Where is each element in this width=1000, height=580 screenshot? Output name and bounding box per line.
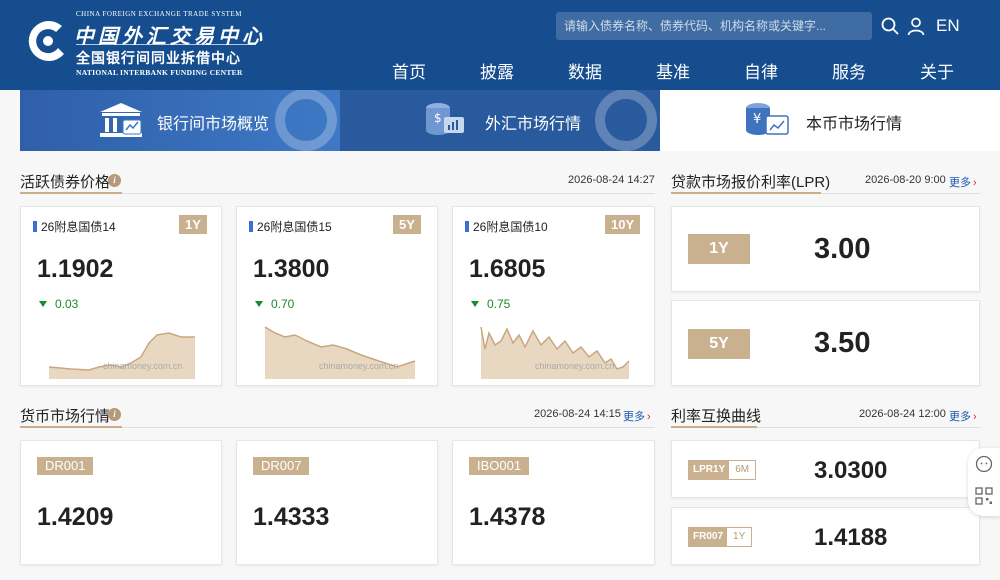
section-underline [20, 192, 122, 194]
tab-forex-market-label: 外汇市场行情 [485, 116, 582, 133]
tenor-badge: 5Y [393, 215, 421, 234]
lpr-tenor-badge: 5Y [688, 329, 750, 359]
nav-item-home[interactable]: 首页 [392, 58, 426, 83]
rate-value: 1.4209 [37, 503, 114, 531]
bond-card[interactable]: 26附息国债15 5Y 1.3800 0.70 chinamoney.com.c… [236, 206, 438, 386]
bank-building-icon [100, 103, 142, 137]
swap-curve-title: 利率互换曲线 [671, 408, 762, 425]
bond-sparkline [48, 332, 195, 379]
language-switch[interactable]: EN [936, 16, 960, 36]
bond-yield-value: 1.3800 [253, 255, 330, 283]
info-icon[interactable]: i [108, 174, 121, 187]
swap-card[interactable]: LPR1Y 6M 3.0300 [671, 440, 980, 498]
bond-change: 0.75 [471, 297, 510, 311]
section-underline [671, 426, 757, 428]
swap-value: 1.4188 [814, 524, 888, 551]
nav-item-data[interactable]: 数据 [568, 58, 602, 83]
tab-rmb-market[interactable]: ¥ 本币市场行情 [660, 90, 1000, 151]
tab-interbank-overview[interactable]: 银行间市场概览 [20, 90, 340, 151]
info-icon[interactable]: i [108, 408, 121, 421]
bond-yield-value: 1.1902 [37, 255, 114, 283]
lpr-card[interactable]: 5Y 3.50 [671, 300, 980, 386]
swap-name-badge: LPR1Y 6M [688, 460, 757, 480]
bond-card[interactable]: 26附息国债10 10Y 1.6805 0.75 chinamoney.com.… [452, 206, 655, 386]
bond-yield-value: 1.6805 [469, 255, 546, 283]
money-market-more-link[interactable]: 更多 › [623, 408, 651, 424]
site-header: CHINA FOREIGN EXCHANGE TRADE SYSTEM 中国外汇… [0, 0, 1000, 90]
bond-sparkline [264, 326, 416, 379]
swap-curve-time: 2026-08-24 12:00 [859, 408, 946, 420]
logo-en-top: CHINA FOREIGN EXCHANGE TRADE SYSTEM [76, 10, 242, 18]
bond-name: 26附息国债10 [465, 218, 548, 235]
svg-text:$: $ [434, 111, 442, 125]
chart-watermark: chinamoney.com.cn [103, 361, 183, 371]
tenor-badge: 10Y [605, 215, 641, 234]
down-triangle-icon [471, 301, 479, 307]
lpr-time: 2026-08-20 9:00 [865, 174, 946, 186]
lpr-value: 3.50 [814, 327, 871, 359]
search-icon[interactable] [880, 16, 900, 36]
search-box [556, 12, 872, 40]
bond-name: 26附息国债15 [249, 218, 332, 235]
yen-coin-chart-icon: ¥ [746, 103, 789, 135]
rate-value: 1.4378 [469, 503, 546, 531]
lpr-value: 3.00 [814, 233, 871, 265]
nav-item-benchmark[interactable]: 基准 [656, 58, 690, 83]
rate-name-badge: DR001 [37, 457, 94, 475]
money-market-card[interactable]: DR001 1.4209 [20, 440, 222, 565]
bond-name: 26附息国债14 [33, 218, 116, 235]
nav-item-self-regulation[interactable]: 自律 [744, 58, 778, 83]
chart-watermark: chinamoney.com.cn [535, 361, 615, 371]
active-bonds-time: 2026-08-24 14:27 [568, 174, 655, 186]
coin-stack-chart-icon: $ [426, 103, 464, 135]
bond-change: 0.03 [39, 297, 78, 311]
chat-bubble-icon[interactable] [974, 454, 994, 474]
search-input[interactable] [556, 12, 872, 40]
bond-card[interactable]: 26附息国债14 1Y 1.1902 0.03 chinamoney.com.c… [20, 206, 222, 386]
swap-value: 3.0300 [814, 457, 888, 484]
user-icon[interactable] [906, 16, 926, 36]
bond-sparkline [480, 326, 630, 379]
swap-card[interactable]: FR007 1Y 1.4188 [671, 507, 980, 565]
money-market-time: 2026-08-24 14:15 [534, 408, 621, 420]
down-triangle-icon [39, 301, 47, 307]
tab-interbank-overview-label: 银行间市场概览 [157, 116, 270, 133]
swap-curve-more-link[interactable]: 更多 › [949, 408, 977, 424]
watermark-logo-icon [275, 90, 337, 151]
rate-name-badge: IBO001 [469, 457, 530, 475]
lpr-card[interactable]: 1Y 3.00 [671, 206, 980, 292]
section-underline [671, 192, 821, 194]
nav-item-disclosure[interactable]: 披露 [480, 58, 514, 83]
down-triangle-icon [255, 301, 263, 307]
floating-toolbar [968, 448, 1000, 516]
lpr-more-link[interactable]: 更多 › [949, 174, 977, 190]
logo-divider [76, 44, 256, 45]
nav-item-about[interactable]: 关于 [920, 58, 954, 83]
section-underline [20, 426, 122, 428]
nav-item-services[interactable]: 服务 [832, 58, 866, 83]
swap-name-badge: FR007 1Y [688, 527, 753, 547]
chart-watermark: chinamoney.com.cn [319, 361, 399, 371]
money-market-title: 货币市场行情 [20, 408, 111, 425]
tab-rmb-market-label: 本币市场行情 [806, 116, 903, 133]
watermark-logo-icon [595, 90, 657, 151]
tenor-badge: 1Y [179, 215, 207, 234]
main-nav: 首页 披露 数据 基准 自律 服务 关于 [0, 58, 1000, 82]
money-market-card[interactable]: DR007 1.4333 [236, 440, 438, 565]
active-bonds-title: 活跃债券价格 [20, 174, 111, 191]
money-market-card[interactable]: IBO001 1.4378 [452, 440, 655, 565]
qr-code-icon[interactable] [974, 486, 994, 506]
tab-forex-market[interactable]: $ 外汇市场行情 [340, 90, 660, 151]
rate-value: 1.4333 [253, 503, 330, 531]
svg-text:¥: ¥ [753, 112, 761, 127]
bond-change: 0.70 [255, 297, 294, 311]
lpr-tenor-badge: 1Y [688, 234, 750, 264]
rate-name-badge: DR007 [253, 457, 310, 475]
lpr-title: 贷款市场报价利率(LPR) [671, 174, 831, 191]
